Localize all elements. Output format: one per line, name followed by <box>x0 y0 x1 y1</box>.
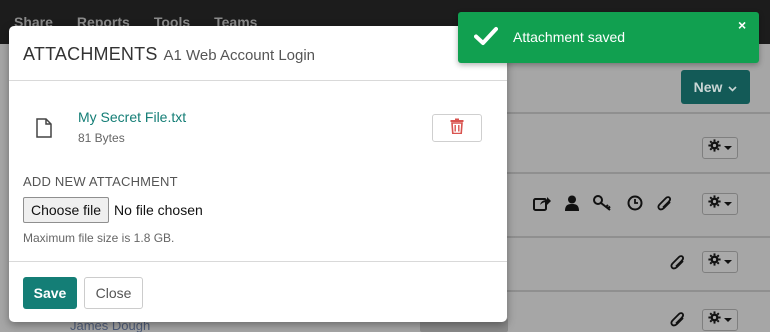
divider <box>507 236 770 238</box>
chevron-down-icon <box>724 260 732 264</box>
attachment-filesize: 81 Bytes <box>78 131 125 145</box>
gear-icon <box>708 139 721 157</box>
attachments-modal: ATTACHMENTS A1 Web Account Login My Secr… <box>9 26 507 322</box>
gear-icon <box>708 253 721 271</box>
no-file-chosen-text: No file chosen <box>114 202 203 218</box>
gear-icon <box>708 311 721 329</box>
toast-message: Attachment saved <box>513 29 626 45</box>
attachment-filename-link[interactable]: My Secret File.txt <box>78 109 186 125</box>
paperclip-icon[interactable] <box>670 254 686 275</box>
new-button-label: New <box>693 79 723 95</box>
choose-file-button[interactable]: Choose file <box>23 197 110 223</box>
delete-attachment-button[interactable] <box>432 114 482 142</box>
new-button[interactable]: New <box>681 70 750 104</box>
close-button[interactable]: Close <box>84 277 143 309</box>
paperclip-icon[interactable] <box>670 311 686 332</box>
modal-footer: Save Close <box>9 261 507 322</box>
key-icon[interactable] <box>593 195 613 216</box>
divider <box>507 112 770 114</box>
paperclip-icon[interactable] <box>657 195 673 216</box>
user-icon[interactable] <box>565 195 579 216</box>
clock-icon[interactable] <box>627 195 643 216</box>
gear-icon <box>708 195 721 213</box>
modal-header: ATTACHMENTS A1 Web Account Login <box>9 26 507 81</box>
chevron-down-icon <box>728 79 737 95</box>
attachment-item: My Secret File.txt 81 Bytes <box>9 102 507 152</box>
add-attachment-label: ADD NEW ATTACHMENT <box>23 174 178 189</box>
success-toast: Attachment saved × <box>458 12 759 63</box>
modal-title: ATTACHMENTS <box>23 44 158 64</box>
close-icon[interactable]: × <box>738 17 746 33</box>
save-button[interactable]: Save <box>23 277 77 309</box>
chevron-down-icon <box>724 146 732 150</box>
chevron-down-icon <box>724 202 732 206</box>
divider <box>507 290 770 292</box>
row-actions-button[interactable] <box>702 137 738 159</box>
row-icon-group <box>533 195 673 216</box>
share-icon[interactable] <box>533 195 551 216</box>
file-input[interactable]: Choose file No file chosen <box>23 197 203 223</box>
file-icon <box>36 118 52 143</box>
modal-subtitle: A1 Web Account Login <box>163 47 316 64</box>
row-actions-button[interactable] <box>702 251 738 273</box>
max-size-hint: Maximum file size is 1.8 GB. <box>23 231 175 245</box>
check-icon <box>474 26 498 51</box>
row-actions-button[interactable] <box>702 309 738 331</box>
trash-icon <box>450 118 464 139</box>
row-actions-button[interactable] <box>702 193 738 215</box>
chevron-down-icon <box>724 318 732 322</box>
divider <box>507 172 770 174</box>
